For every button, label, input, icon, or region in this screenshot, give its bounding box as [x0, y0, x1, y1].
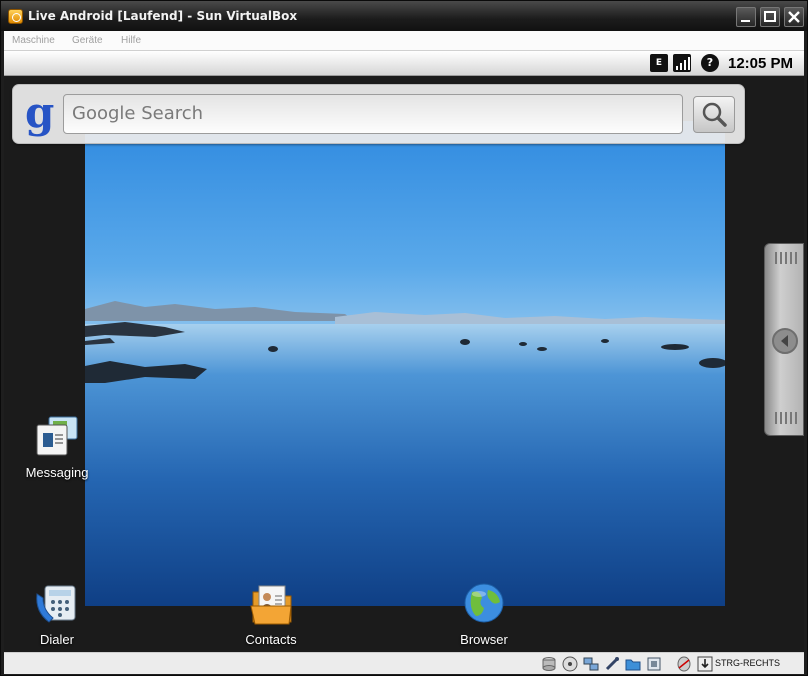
virtualbox-status-bar: STRG-RECHTS	[4, 652, 804, 674]
signal-icon	[673, 54, 691, 72]
google-logo: g	[25, 88, 55, 137]
title-bar[interactable]: Live Android [Laufend] - Sun VirtualBox	[1, 1, 807, 31]
close-button[interactable]	[784, 7, 804, 27]
virtualbox-window: Live Android [Laufend] - Sun VirtualBox …	[0, 0, 808, 676]
search-input[interactable]: Google Search	[63, 94, 683, 134]
menu-bar: Maschine Geräte Hilfe	[4, 31, 804, 51]
maximize-icon	[764, 11, 776, 22]
mouse-integration-icon[interactable]	[676, 656, 692, 672]
close-icon	[788, 11, 800, 23]
app-label-dialer: Dialer	[40, 632, 74, 647]
hard-disk-icon[interactable]	[541, 656, 557, 672]
contacts-icon	[247, 582, 295, 626]
wallpaper	[85, 121, 725, 606]
android-status-bar[interactable]: E ? 12:05 PM	[4, 51, 804, 76]
search-icon	[702, 102, 727, 127]
grip-lines	[775, 412, 797, 424]
network-icon[interactable]	[583, 656, 599, 672]
menu-hilfe[interactable]: Hilfe	[121, 35, 141, 46]
globe-icon	[460, 582, 508, 626]
window-title: Live Android [Laufend] - Sun VirtualBox	[28, 9, 298, 23]
android-screen[interactable]: E ? 12:05 PM g Google Search Messaging D…	[4, 51, 804, 652]
app-messaging[interactable]: Messaging	[5, 415, 109, 480]
grip-lines	[775, 252, 797, 264]
app-label-messaging: Messaging	[25, 465, 89, 480]
search-button[interactable]	[693, 96, 735, 133]
app-label-contacts: Contacts	[245, 632, 297, 647]
cd-icon[interactable]	[562, 656, 578, 672]
minimize-button[interactable]	[736, 7, 756, 27]
minimize-icon	[741, 20, 750, 22]
google-search-widget: g Google Search	[12, 84, 745, 144]
e-icon: E	[650, 54, 668, 72]
drawer-arrow-icon[interactable]	[772, 328, 798, 354]
host-key-icon[interactable]	[697, 656, 713, 672]
messaging-icon	[33, 415, 81, 459]
vt-x-icon[interactable]	[646, 656, 662, 672]
shared-folder-icon[interactable]	[625, 656, 641, 672]
app-drawer-handle[interactable]	[764, 243, 804, 436]
menu-maschine[interactable]: Maschine	[12, 35, 55, 46]
question-icon: ?	[701, 54, 719, 72]
usb-icon[interactable]	[604, 656, 620, 672]
clock: 12:05 PM	[728, 55, 794, 72]
app-browser[interactable]: Browser	[432, 582, 536, 647]
app-contacts[interactable]: Contacts	[219, 582, 323, 647]
home-screen[interactable]: g Google Search Messaging Dialer Contact…	[4, 76, 804, 652]
app-dialer[interactable]: Dialer	[5, 582, 109, 647]
virtualbox-app-icon	[8, 9, 23, 24]
menu-geraete[interactable]: Geräte	[72, 35, 103, 46]
maximize-button[interactable]	[760, 7, 780, 27]
lake-scenery	[85, 301, 725, 606]
phone-icon	[33, 582, 81, 626]
host-key-label: STRG-RECHTS	[715, 658, 780, 668]
app-label-browser: Browser	[460, 632, 508, 647]
